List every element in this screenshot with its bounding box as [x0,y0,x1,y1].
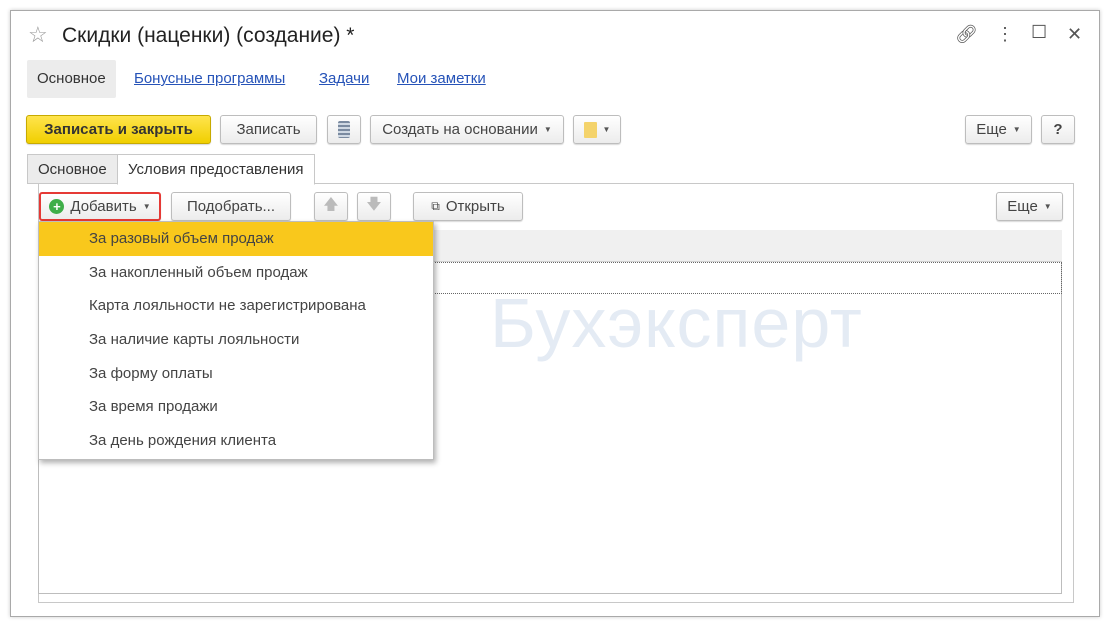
help-button[interactable]: ? [1041,115,1075,144]
more-actions-icon[interactable]: ⋮ [996,24,1014,45]
more-label: Еще [976,121,1007,138]
menu-item[interactable]: За наличие карты лояльности [39,323,433,357]
open-button[interactable]: ⧉ Открыть [413,192,523,221]
menu-item[interactable]: Карта лояльности не зарегистрирована [39,289,433,323]
open-icon: ⧉ [431,199,440,213]
report-button[interactable] [327,115,361,144]
close-icon[interactable]: ✕ [1067,24,1082,45]
print-button[interactable]: ▼ [573,115,621,144]
add-dropdown-menu: За разовый объем продаж За накопленный о… [38,221,434,460]
chevron-down-icon: ▼ [543,125,552,134]
pick-button[interactable]: Подобрать... [171,192,291,221]
menu-item[interactable]: За время продажи [39,390,433,424]
open-label: Открыть [445,198,505,215]
tab-conditions[interactable]: Условия предоставления [117,154,315,185]
chevron-down-icon: ▼ [1043,202,1052,211]
menu-item[interactable]: За разовый объем продаж [39,222,433,256]
document-icon [583,121,597,138]
table-more-label: Еще [1007,198,1038,215]
link-icon[interactable]: 🔗︎ [955,24,978,45]
nav-tab-notes[interactable]: Мои заметки [387,60,496,98]
arrow-up-icon: 🡅 [323,196,339,213]
watermark-logo: Бухэксперт [490,284,863,362]
nav-tab-tasks[interactable]: Задачи [309,60,379,98]
favorite-star-icon[interactable]: ☆ [28,22,48,48]
nav-tab-bonus[interactable]: Бонусные программы [124,60,295,98]
move-down-button[interactable]: 🡇 [357,192,391,221]
more-button[interactable]: Еще ▼ [965,115,1032,144]
arrow-down-icon: 🡇 [366,196,382,213]
move-up-button[interactable]: 🡅 [314,192,348,221]
menu-item[interactable]: За форму оплаты [39,357,433,391]
add-button[interactable]: + Добавить ▼ [39,192,161,221]
add-icon: + [49,199,65,214]
window-title: Скидки (наценки) (создание) * [62,24,355,47]
save-button[interactable]: Записать [220,115,317,144]
create-based-label: Создать на основании [382,121,538,138]
menu-item[interactable]: За накопленный объем продаж [39,256,433,290]
nav-tab-main[interactable]: Основное [27,60,116,98]
menu-item[interactable]: За день рождения клиента [39,424,433,458]
chevron-down-icon: ▼ [1012,125,1021,134]
add-label: Добавить [70,198,137,215]
save-close-button[interactable]: Записать и закрыть [26,115,211,144]
chevron-down-icon: ▼ [602,125,611,134]
list-icon [338,121,350,138]
create-based-button[interactable]: Создать на основании ▼ [370,115,564,144]
chevron-down-icon: ▼ [142,202,151,211]
maximize-icon[interactable]: ☐ [1031,22,1047,43]
table-more-button[interactable]: Еще ▼ [996,192,1063,221]
tab-main[interactable]: Основное [27,154,118,184]
